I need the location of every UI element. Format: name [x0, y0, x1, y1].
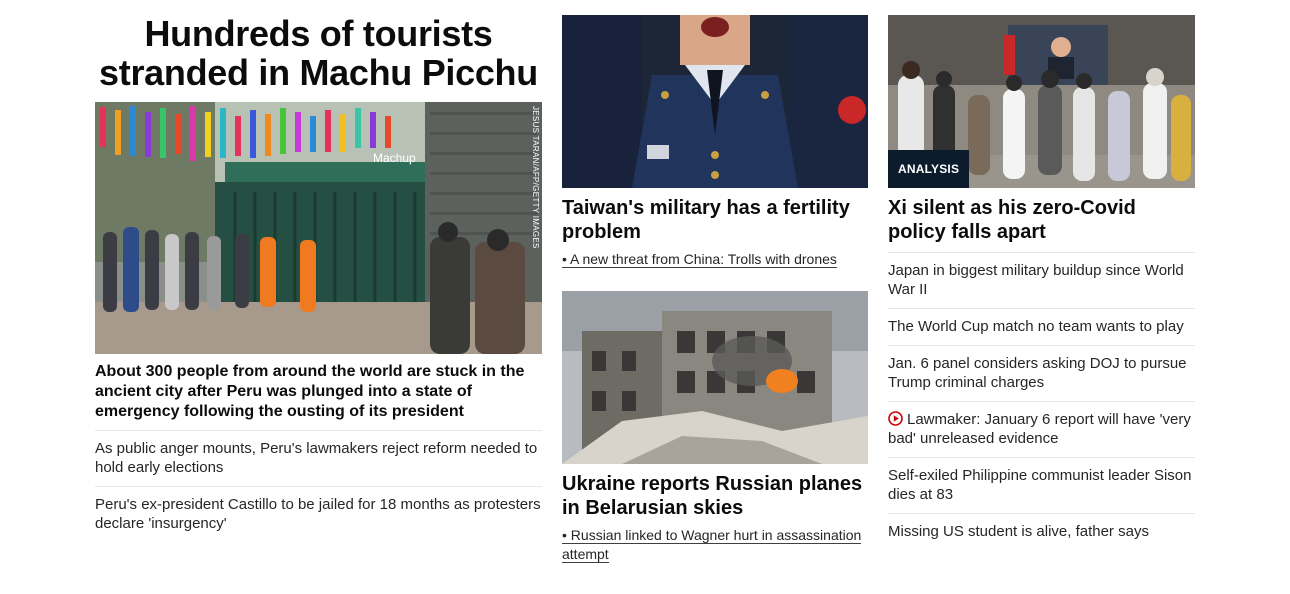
- right-link-4[interactable]: Lawmaker: January 6 report will have 've…: [888, 401, 1195, 457]
- lead-story: Hundreds of tourists stranded in Machu P…: [95, 0, 542, 542]
- taiwan-sub-link[interactable]: • A new threat from China: Trolls with d…: [562, 250, 868, 269]
- related-links: As public anger mounts, Peru's lawmakers…: [95, 430, 542, 542]
- right-link-5[interactable]: Self-exiled Philippine communist leader …: [888, 457, 1195, 513]
- right-link-2[interactable]: The World Cup match no team wants to pla…: [888, 308, 1195, 345]
- lead-summary[interactable]: About 300 people from around the world a…: [95, 362, 542, 422]
- taiwan-sub-link-text: • A new threat from China: Trolls with d…: [562, 251, 837, 268]
- lead-headline[interactable]: Hundreds of tourists stranded in Machu P…: [95, 14, 542, 92]
- xi-image[interactable]: ANALYSIS: [888, 15, 1195, 188]
- ukraine-sub-link[interactable]: • Russian linked to Wagner hurt in assas…: [562, 526, 868, 564]
- right-link-3[interactable]: Jan. 6 panel considers asking DOJ to pur…: [888, 345, 1195, 401]
- sign-text: Machup: [373, 151, 416, 165]
- right-link-1[interactable]: Japan in biggest military buildup since …: [888, 252, 1195, 308]
- ukraine-headline[interactable]: Ukraine reports Russian planes in Belaru…: [562, 472, 868, 520]
- analysis-badge: ANALYSIS: [888, 150, 970, 188]
- taiwan-military-image[interactable]: [562, 15, 868, 188]
- ukraine-image[interactable]: [562, 291, 868, 464]
- play-circle-icon: [888, 411, 903, 426]
- related-link-1[interactable]: As public anger mounts, Peru's lawmakers…: [95, 430, 542, 486]
- related-link-2[interactable]: Peru's ex-president Castillo to be jaile…: [95, 486, 542, 542]
- xi-headline[interactable]: Xi silent as his zero-Covid policy falls…: [888, 196, 1195, 244]
- lead-image[interactable]: Machup JESUS TARAN/AFP/GETTY IMAGES: [95, 102, 542, 354]
- image-credit: JESUS TARAN/AFP/GETTY IMAGES: [531, 106, 540, 249]
- right-link-6[interactable]: Missing US student is alive, father says: [888, 513, 1195, 550]
- ukraine-sub-link-text: • Russian linked to Wagner hurt in assas…: [562, 527, 862, 563]
- middle-column: Taiwan's military has a fertility proble…: [562, 0, 868, 564]
- right-link-4-text: Lawmaker: January 6 report will have 've…: [888, 411, 1191, 447]
- right-link-list: Japan in biggest military buildup since …: [888, 252, 1195, 550]
- taiwan-headline[interactable]: Taiwan's military has a fertility proble…: [562, 196, 868, 244]
- right-column: ANALYSIS Xi silent as his zero-Covid pol…: [888, 0, 1195, 550]
